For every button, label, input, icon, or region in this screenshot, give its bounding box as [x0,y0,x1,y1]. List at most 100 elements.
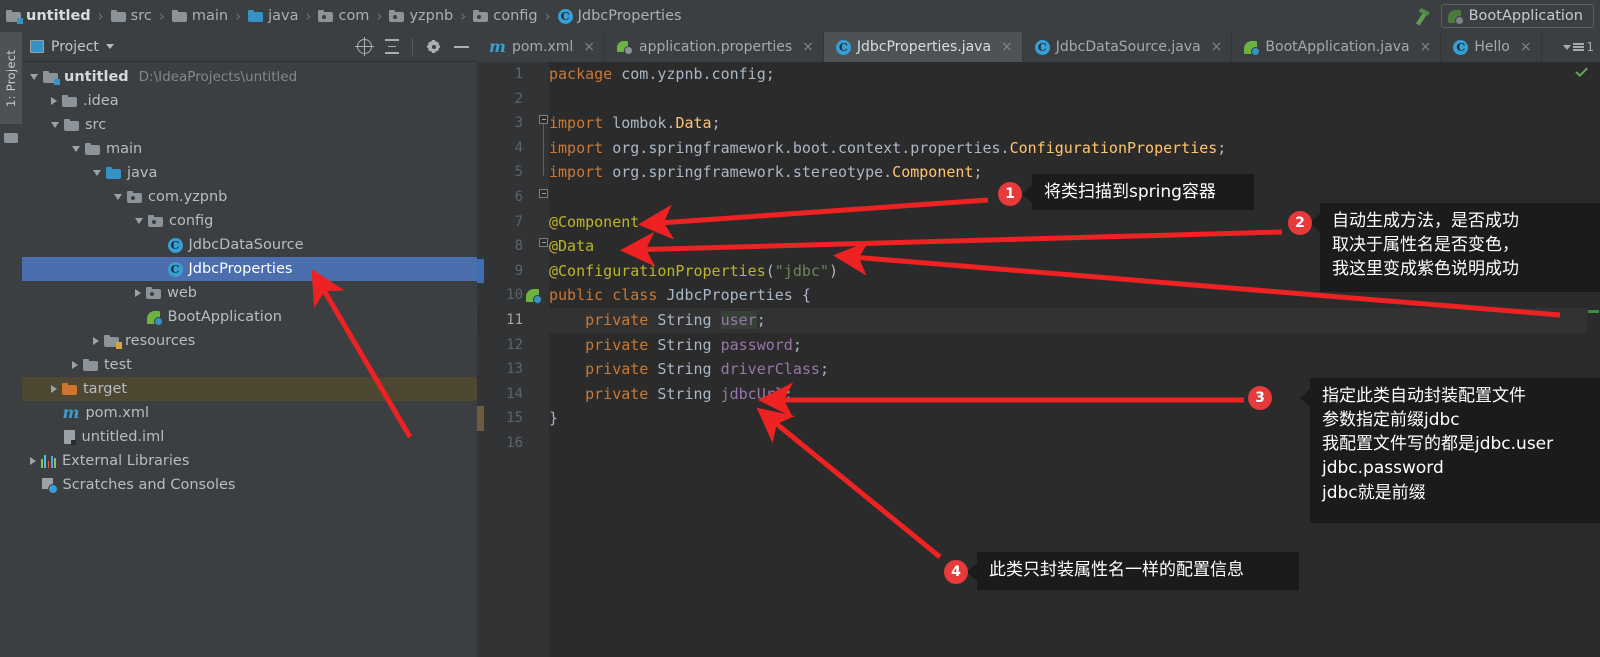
code-line[interactable]: 9 @ConfigurationProperties("jdbc") [477,259,1600,284]
tree-item-java[interactable]: java [22,161,477,185]
line-number: 10 [506,287,523,304]
tree-item-web[interactable]: web [22,281,477,305]
code-token: import [549,138,604,157]
chevron-right-icon[interactable] [135,289,141,297]
tree-item--idea[interactable]: .idea [22,89,477,113]
code-line[interactable]: 11 private String user; [477,307,1600,333]
tab-overflow-button[interactable]: 1 [1557,32,1600,62]
hammer-icon[interactable] [1411,6,1433,26]
editor-scrollbar[interactable] [1587,62,1600,657]
chevron-down-icon[interactable] [30,74,38,80]
editor-tab-application-properties[interactable]: application.properties × [605,32,824,62]
close-icon[interactable]: × [802,39,814,55]
chevron-right-icon[interactable] [30,457,36,465]
chevron-down-icon[interactable] [135,218,143,224]
breadcrumb-item-config[interactable]: config [473,8,538,24]
chevron-right-icon[interactable] [93,337,99,345]
code-line[interactable]: 8 @Data [477,234,1600,259]
fold-marker-icon[interactable] [539,189,548,198]
inspection-ok-icon[interactable] [1575,67,1588,80]
tree-item-external-libraries[interactable]: External Libraries [22,449,477,473]
breadcrumb-item-label: untitled [26,8,91,24]
chevron-down-icon[interactable] [105,44,114,49]
project-tree[interactable]: untitled D:\IdeaProjects\untitled .idea src… [22,62,477,497]
close-icon[interactable]: × [1520,39,1532,55]
code-line[interactable]: 5 import org.springframework.stereotype.C… [477,160,1600,185]
tree-item-main[interactable]: main [22,137,477,161]
code-line[interactable]: 16 [477,431,1600,456]
tree-item-label: JdbcDataSource [188,237,304,253]
breadcrumb-item-label: config [493,8,538,24]
breadcrumb-item-jdbcproperties[interactable]: C JdbcProperties [557,8,682,24]
maven-icon: m [62,403,80,422]
chevron-right-icon[interactable] [51,97,57,105]
chevron-down-icon[interactable] [51,122,59,128]
settings-gear-icon[interactable] [426,39,441,54]
code-line[interactable]: 2 [477,87,1600,112]
code-line[interactable]: 6 [477,185,1600,210]
spring-bean-gutter-icon[interactable] [526,286,542,304]
code-token: String [648,384,721,403]
code-editor[interactable]: 1 package com.yzpnb.config; 2 3 import lombo… [477,62,1600,657]
close-icon[interactable]: × [1420,39,1432,55]
tree-item-com-yzpnb[interactable]: com.yzpnb [22,185,477,209]
tree-item-resources[interactable]: resources [22,329,477,353]
tree-item-pom-xml[interactable]: m pom.xml [22,401,477,425]
editor-tab-pom-xml[interactable]: m pom.xml × [477,32,606,62]
close-icon[interactable]: × [1001,39,1013,55]
breadcrumb-item-main[interactable]: main [171,8,228,24]
code-line[interactable]: 14 private String jdbcUrl; [477,382,1600,407]
code-line[interactable]: 4 import org.springframework.boot.context… [477,136,1600,161]
chevron-right-icon[interactable] [72,361,78,369]
breadcrumb-item-src[interactable]: src [110,8,152,24]
code-line[interactable]: 7 @Component [477,210,1600,235]
code-line[interactable]: 13 private String driverClass; [477,357,1600,382]
editor-tab-hello[interactable]: C Hello × [1441,32,1542,62]
editor-tab-jdbcdatasource-java[interactable]: C JdbcDataSource.java × [1023,32,1233,62]
close-icon[interactable]: × [583,39,595,55]
project-view-selector[interactable]: Project [30,39,114,55]
tree-item-bootapplication[interactable]: BootApplication [22,305,477,329]
folder-icon[interactable] [4,132,18,143]
code-line[interactable]: 10 public class JdbcProperties { [477,283,1600,308]
breadcrumb-item-yzpnb[interactable]: yzpnb [389,8,453,24]
editor-tab-bar[interactable]: m pom.xml × application.properties × C JdbcPro… [477,32,1600,62]
code-line[interactable]: 1 package com.yzpnb.config; [477,62,1600,87]
editor-tab-jdbcproperties-java[interactable]: C JdbcProperties.java × [823,32,1023,62]
tree-item-config[interactable]: config [22,209,477,233]
close-icon[interactable]: × [1211,39,1223,55]
chevron-down-icon[interactable] [114,194,122,200]
editor-tab-label: pom.xml [511,39,574,55]
tree-item-test[interactable]: test [22,353,477,377]
breadcrumb[interactable]: untitled › src › main › java › com › yzpnb › config ›… [0,7,682,25]
stripe-button-project[interactable]: 1: Project [0,32,22,124]
scroll-from-source-icon[interactable] [355,37,374,56]
tree-item-untitled[interactable]: untitled D:\IdeaProjects\untitled [22,65,477,89]
breadcrumb-item-untitled[interactable]: untitled [6,8,91,24]
code-token: @Component [549,212,640,231]
editor-tab-label: application.properties [639,39,793,55]
project-panel-tools [355,37,469,56]
run-configuration-selector[interactable]: BootApplication [1440,4,1594,28]
tree-item-target[interactable]: target [22,377,477,401]
hide-panel-icon[interactable] [454,45,469,48]
collapse-all-icon[interactable] [385,39,399,54]
tree-item-jdbcdatasource[interactable]: C JdbcDataSource [22,233,477,257]
code-line[interactable]: 12 private String password; [477,333,1600,358]
chevron-right-icon[interactable] [51,385,57,393]
chevron-down-icon[interactable] [72,146,80,152]
tree-item-scratches-and-consoles[interactable]: Scratches and Consoles [22,473,477,497]
fold-marker-icon[interactable] [539,238,548,247]
tree-item-jdbcproperties[interactable]: C JdbcProperties [22,257,477,281]
chevron-down-icon[interactable] [93,170,101,176]
editor-tab-bootapplication-java[interactable]: BootApplication.java × [1232,32,1442,62]
vcs-scroll-marker [1588,310,1599,313]
breadcrumb-item-java[interactable]: java [248,8,298,24]
code-line[interactable]: 15} [477,406,1600,431]
tree-item-src[interactable]: src [22,113,477,137]
fold-marker-icon[interactable] [539,115,548,124]
breadcrumb-item-com[interactable]: com [318,8,369,24]
code-line[interactable]: 3 import lombok.Data; [477,111,1600,136]
tree-item-untitled-iml[interactable]: untitled.iml [22,425,477,449]
code-text: package com.yzpnb.config; [549,62,775,87]
